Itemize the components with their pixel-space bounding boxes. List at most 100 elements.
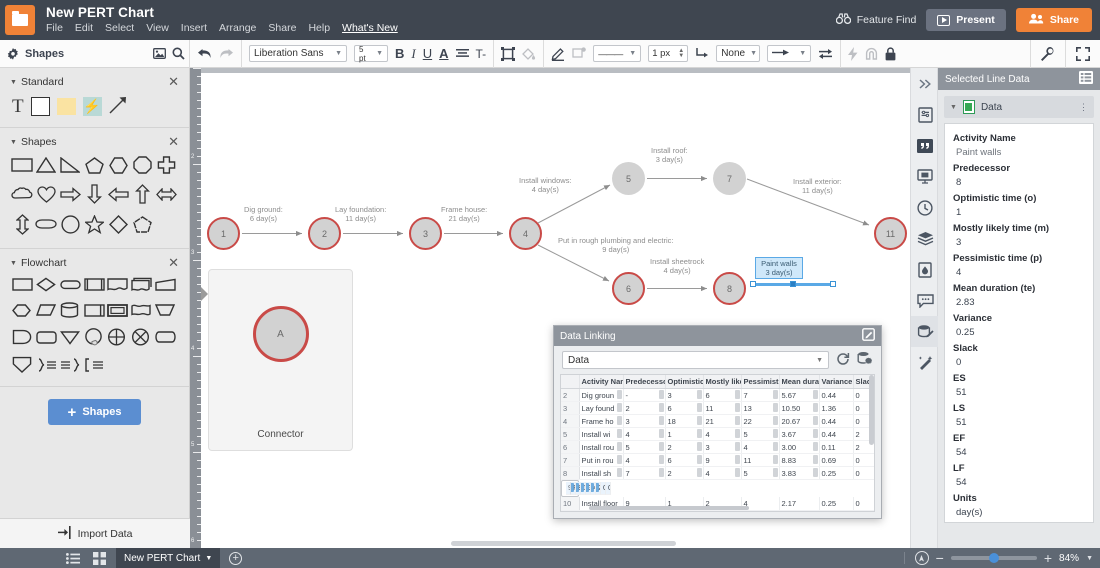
link-clip-icon[interactable] — [813, 468, 818, 477]
property-value[interactable]: 0 — [953, 356, 1085, 370]
fc-preparation-shape[interactable] — [12, 303, 31, 321]
app-logo[interactable] — [5, 5, 35, 35]
connector-shape-box[interactable]: A Connector — [208, 269, 353, 451]
magic-wand-icon[interactable] — [911, 347, 939, 378]
table-cell[interactable]: 2 — [665, 441, 703, 454]
table-cell[interactable]: 11 — [703, 402, 741, 415]
arrow-right-shape[interactable] — [60, 187, 81, 205]
table-header-cell[interactable]: Predecessor — [623, 375, 665, 389]
table-hscrollbar[interactable] — [589, 506, 749, 510]
table-cell[interactable]: Dig groun — [579, 389, 623, 402]
table-cell[interactable]: 2.17 — [779, 497, 819, 510]
comment-icon[interactable] — [911, 285, 939, 316]
rectangle-shape[interactable] — [11, 157, 33, 176]
pentagon-shape[interactable] — [85, 157, 104, 177]
fc-card-shape[interactable] — [107, 303, 128, 321]
data-source-row[interactable]: ▼ Data ⋮ — [944, 96, 1094, 118]
link-clip-icon[interactable] — [697, 416, 702, 425]
edge-label[interactable]: Put in rough plumbing and electric:9 day… — [558, 236, 674, 254]
bolt-icon[interactable] — [848, 47, 858, 61]
property-value[interactable]: 51 — [953, 386, 1085, 400]
pert-node-1[interactable]: 1 — [207, 217, 240, 250]
pert-node-3[interactable]: 3 — [409, 217, 442, 250]
link-clip-icon[interactable] — [571, 483, 574, 492]
line-style-select[interactable]: ——— ▼ — [593, 45, 641, 62]
fc-terminator-shape[interactable] — [60, 278, 81, 294]
link-clip-icon[interactable] — [659, 429, 664, 438]
sheet-tab[interactable]: New PERT Chart ▼ — [116, 548, 220, 568]
menu-help[interactable]: Help — [308, 22, 330, 34]
table-cell[interactable]: 0.25 — [819, 497, 853, 510]
data-settings-icon[interactable] — [857, 351, 873, 369]
link-clip-icon[interactable] — [697, 468, 702, 477]
table-cell[interactable]: 13 — [741, 402, 779, 415]
table-cell[interactable]: 9 — [703, 454, 741, 467]
edge-label[interactable]: Lay foundation:11 day(s) — [335, 205, 386, 223]
link-clip-icon[interactable] — [697, 403, 702, 412]
table-cell[interactable]: 2 — [665, 467, 703, 480]
table-cell[interactable]: 0 — [853, 454, 875, 467]
underline-button[interactable]: U — [423, 46, 432, 61]
table-cell[interactable]: 5 — [623, 441, 665, 454]
present-button[interactable]: Present — [926, 9, 1006, 31]
table-cell[interactable]: 4 — [703, 428, 741, 441]
presentation-icon[interactable] — [911, 161, 939, 192]
link-clip-icon[interactable] — [617, 416, 622, 425]
line-width-stepper[interactable]: 1 px ▲▼ — [648, 45, 688, 62]
fc-delay-shape[interactable] — [12, 329, 32, 348]
property-value[interactable]: 8 — [953, 176, 1085, 190]
fc-brace-left-shape[interactable] — [60, 358, 81, 375]
star-shape[interactable] — [85, 215, 104, 237]
link-clip-icon[interactable] — [773, 416, 778, 425]
menu-arrange[interactable]: Arrange — [219, 22, 256, 34]
selected-edge-label[interactable]: Paint walls3 day(s) — [755, 257, 803, 279]
table-header-cell[interactable]: Mean durati — [779, 375, 819, 389]
close-icon[interactable]: ✕ — [168, 77, 179, 87]
link-clip-icon[interactable] — [659, 416, 664, 425]
link-clip-icon[interactable] — [659, 455, 664, 464]
fc-manual-input-shape[interactable] — [155, 278, 176, 295]
table-cell[interactable]: 1.36 — [819, 402, 853, 415]
callout-shape[interactable] — [35, 218, 57, 235]
arrow-up-shape[interactable] — [135, 184, 150, 207]
fc-connector-circle-shape[interactable] — [84, 328, 104, 349]
arrow-left-right-shape[interactable] — [156, 188, 177, 204]
link-clip-icon[interactable] — [586, 483, 589, 492]
table-row[interactable]: 5Install wi41453.670.442 — [561, 428, 875, 441]
link-clip-icon[interactable] — [617, 403, 622, 412]
kebab-menu-icon[interactable]: ⋮ — [1079, 102, 1088, 113]
table-row[interactable]: 9Paint wal81342.830.250 — [561, 480, 579, 497]
triangle-down-icon[interactable]: ▼ — [950, 104, 957, 111]
link-clip-icon[interactable] — [697, 455, 702, 464]
align-icon[interactable] — [456, 48, 469, 59]
property-value[interactable]: 3 — [953, 236, 1085, 250]
link-clip-icon[interactable] — [659, 390, 664, 399]
sticky-note-shape[interactable] — [57, 98, 76, 115]
property-value[interactable]: Paint walls — [953, 146, 1085, 160]
table-cell[interactable]: 3 — [623, 415, 665, 428]
link-clip-icon[interactable] — [813, 390, 818, 399]
property-value[interactable]: 51 — [953, 416, 1085, 430]
data-link-icon[interactable] — [911, 316, 939, 347]
pert-node-4[interactable]: 4 — [509, 217, 542, 250]
redo-arrow-icon[interactable] — [219, 48, 234, 60]
list-grid-icon[interactable] — [1079, 71, 1093, 87]
clock-icon[interactable] — [911, 192, 939, 223]
lock-icon[interactable] — [885, 47, 896, 61]
fc-alt-process-shape[interactable] — [36, 330, 57, 348]
image-icon[interactable] — [153, 48, 166, 59]
edge-label[interactable]: Dig ground:6 day(s) — [244, 205, 283, 223]
refresh-icon[interactable] — [836, 352, 850, 369]
chevron-right-expand-icon[interactable] — [911, 68, 939, 99]
link-clip-icon[interactable] — [697, 429, 702, 438]
table-cell[interactable]: 0.25 — [819, 467, 853, 480]
canvas-hscrollbar[interactable] — [451, 541, 676, 546]
fc-merge-shape[interactable] — [60, 330, 80, 348]
link-clip-icon[interactable] — [617, 455, 622, 464]
feature-find-button[interactable]: Feature Find — [836, 13, 917, 27]
link-clip-icon[interactable] — [659, 403, 664, 412]
fc-stored-data-shape[interactable] — [155, 330, 176, 347]
table-row[interactable]: 8Install sh72453.830.250 — [561, 467, 875, 480]
connector-handle-end[interactable] — [830, 281, 836, 287]
pen-underline-icon[interactable] — [551, 47, 565, 61]
